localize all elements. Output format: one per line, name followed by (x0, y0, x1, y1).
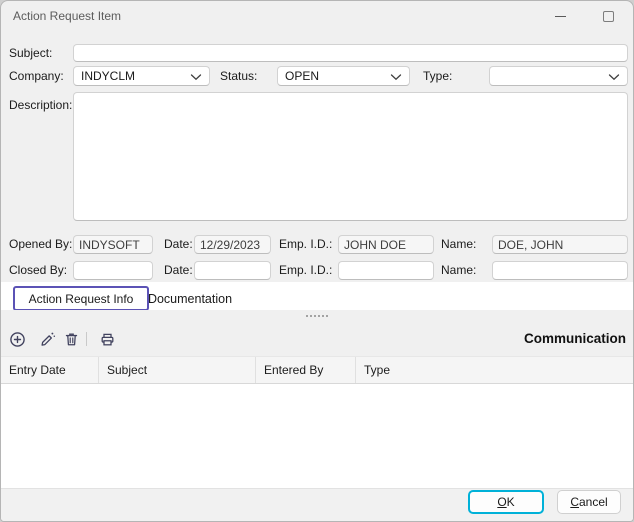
column-header-entered-by[interactable]: Entered By (256, 357, 356, 383)
description-label: Description: (9, 98, 72, 113)
edit-icon (39, 331, 56, 348)
company-label: Company: (9, 69, 64, 84)
communication-heading: Communication (524, 331, 626, 346)
column-header-subject[interactable]: Subject (99, 357, 256, 383)
maximize-button[interactable] (595, 5, 621, 27)
column-header-entry-date[interactable]: Entry Date (1, 357, 99, 383)
description-textarea[interactable] (73, 92, 628, 221)
tab-action-request-info[interactable]: Action Request Info (13, 286, 149, 311)
ok-button[interactable]: OK (468, 490, 544, 514)
tab-label: Action Request Info (29, 292, 134, 306)
action-request-item-dialog: Action Request Item Subject: Company: IN… (0, 0, 634, 522)
column-header-type[interactable]: Type (356, 357, 634, 383)
company-select[interactable]: INDYCLM (73, 66, 210, 86)
status-value: OPEN (285, 69, 319, 83)
ok-button-label: OK (497, 495, 514, 509)
closed-name-label: Name: (441, 263, 476, 278)
closed-date-label: Date: (164, 263, 193, 278)
tab-label: Documentation (148, 292, 232, 306)
closed-by-label: Closed By: (9, 263, 67, 278)
delete-button[interactable] (61, 329, 81, 349)
print-button[interactable] (97, 329, 117, 349)
minimize-icon (555, 16, 566, 17)
opened-date-input[interactable] (194, 235, 271, 254)
communication-grid-body[interactable] (1, 384, 634, 488)
closed-name-input[interactable] (492, 261, 628, 280)
subject-input[interactable] (73, 44, 628, 62)
closed-date-input[interactable] (194, 261, 271, 280)
closed-by-input[interactable] (73, 261, 153, 280)
opened-emp-id-input[interactable] (338, 235, 434, 254)
status-label: Status: (220, 69, 257, 84)
edit-button[interactable] (37, 329, 57, 349)
opened-name-label: Name: (441, 237, 476, 252)
window-title: Action Request Item (13, 9, 121, 23)
tab-documentation[interactable]: Documentation (144, 286, 236, 311)
type-select[interactable] (489, 66, 628, 86)
company-value: INDYCLM (81, 69, 135, 83)
opened-date-label: Date: (164, 237, 193, 252)
chevron-down-icon (390, 74, 402, 81)
closed-emp-id-label: Emp. I.D.: (279, 263, 332, 278)
toolbar-separator (86, 332, 87, 346)
splitter-grip-handle[interactable] (306, 312, 328, 320)
type-label: Type: (423, 69, 452, 84)
closed-emp-id-input[interactable] (338, 261, 434, 280)
chevron-down-icon (608, 74, 620, 81)
chevron-down-icon (190, 74, 202, 81)
opened-by-label: Opened By: (9, 237, 72, 252)
subject-label: Subject: (9, 46, 52, 61)
opened-name-input[interactable] (492, 235, 628, 254)
trash-icon (63, 331, 80, 348)
status-select[interactable]: OPEN (277, 66, 410, 86)
cancel-button[interactable]: Cancel (557, 490, 621, 514)
grid-header-row: Entry Date Subject Entered By Type (1, 356, 634, 384)
opened-emp-id-label: Emp. I.D.: (279, 237, 332, 252)
minimize-button[interactable] (547, 5, 573, 27)
cancel-button-label: Cancel (570, 495, 607, 509)
add-icon (9, 331, 26, 348)
maximize-icon (603, 11, 614, 22)
add-button[interactable] (7, 329, 27, 349)
print-icon (99, 331, 116, 348)
opened-by-input[interactable] (73, 235, 153, 254)
